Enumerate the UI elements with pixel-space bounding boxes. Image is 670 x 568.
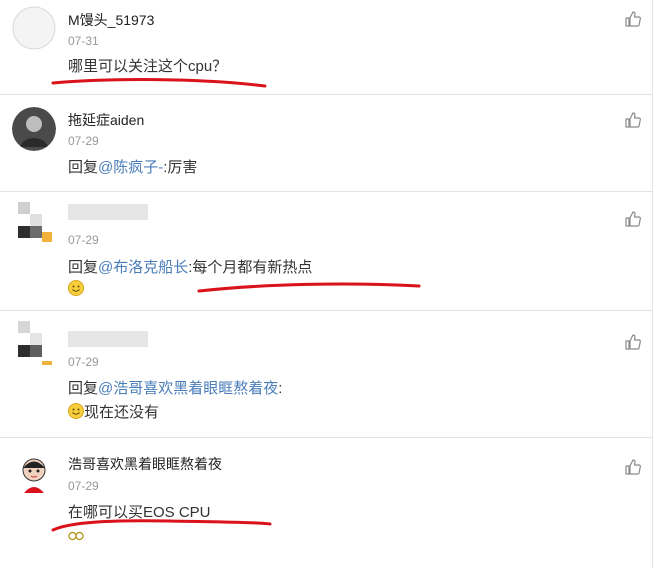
- thumbs-up-icon[interactable]: [624, 458, 642, 476]
- thumbs-up-icon[interactable]: [624, 333, 642, 351]
- reply-prefix: 回复: [68, 259, 99, 276]
- comment-item: 浩哥喜欢黑着眼眶熬着夜 07-29 在哪可以买EOS CPU: [0, 438, 652, 567]
- comment-date: 07-29: [68, 479, 99, 493]
- comment-username[interactable]: 浩哥喜欢黑着眼眶熬着夜: [68, 454, 222, 474]
- comment-date: 07-29: [68, 134, 99, 148]
- comment-item: 07-29 回复@布洛克船长:每个月都有新热点: [0, 192, 652, 311]
- comment-username[interactable]: 拖延症aiden: [68, 110, 144, 130]
- comment-text: 回复@浩哥喜欢黑着眼眶熬着夜:: [68, 377, 282, 398]
- comment-text: 回复@布洛克船长:每个月都有新热点: [68, 256, 312, 277]
- smile-emoji-icon: [68, 280, 84, 296]
- avatar-pixelated[interactable]: [12, 321, 56, 365]
- red-underline-annotation: [197, 282, 421, 293]
- avatar[interactable]: [12, 107, 56, 151]
- blurred-username: [68, 204, 148, 220]
- smile-emoji-icon: [68, 403, 84, 419]
- thumbs-up-icon[interactable]: [624, 111, 642, 129]
- comment-date: 07-29: [68, 233, 99, 247]
- mention-link[interactable]: @布洛克船长: [98, 259, 188, 276]
- reply-body: :每个月都有新热点: [188, 259, 313, 276]
- comment-item: 07-29 回复@浩哥喜欢黑着眼眶熬着夜: 现在还没有: [0, 311, 652, 438]
- comment-item: M馒头_51973 07-31 哪里可以关注这个cpu？: [0, 0, 652, 95]
- reply-body: :厉害: [163, 159, 198, 176]
- comment-date: 07-29: [68, 355, 99, 369]
- avatar[interactable]: [12, 451, 56, 495]
- panel-right-border: [652, 0, 653, 568]
- comment-text: 回复@陈疯子-:厉害: [68, 156, 197, 177]
- comment-username[interactable]: M馒头_51973: [68, 10, 154, 30]
- comment-text: 在哪可以买EOS CPU: [68, 504, 211, 521]
- avatar-pixelated[interactable]: [12, 202, 56, 246]
- reply-prefix: 回复: [68, 159, 99, 176]
- thumbs-up-icon[interactable]: [624, 10, 642, 28]
- comment-text-line2: 现在还没有: [68, 401, 159, 422]
- red-underline-annotation: [51, 78, 267, 88]
- reply-body-line2: 现在还没有: [84, 404, 160, 421]
- comment-text: 哪里可以关注这个cpu？: [68, 58, 228, 75]
- mention-link[interactable]: @浩哥喜欢黑着眼眶熬着夜: [98, 380, 278, 397]
- avatar[interactable]: [12, 6, 56, 50]
- comment-item: 拖延症aiden 07-29 回复@陈疯子-:厉害: [0, 95, 652, 192]
- thumbs-up-icon[interactable]: [624, 210, 642, 228]
- reply-body: :: [278, 380, 283, 397]
- comment-date: 07-31: [68, 34, 99, 48]
- reply-prefix: 回复: [68, 380, 99, 397]
- mention-link[interactable]: @陈疯子-: [98, 159, 163, 176]
- glasses-emoji-icon: [68, 531, 84, 541]
- blurred-username: [68, 331, 148, 347]
